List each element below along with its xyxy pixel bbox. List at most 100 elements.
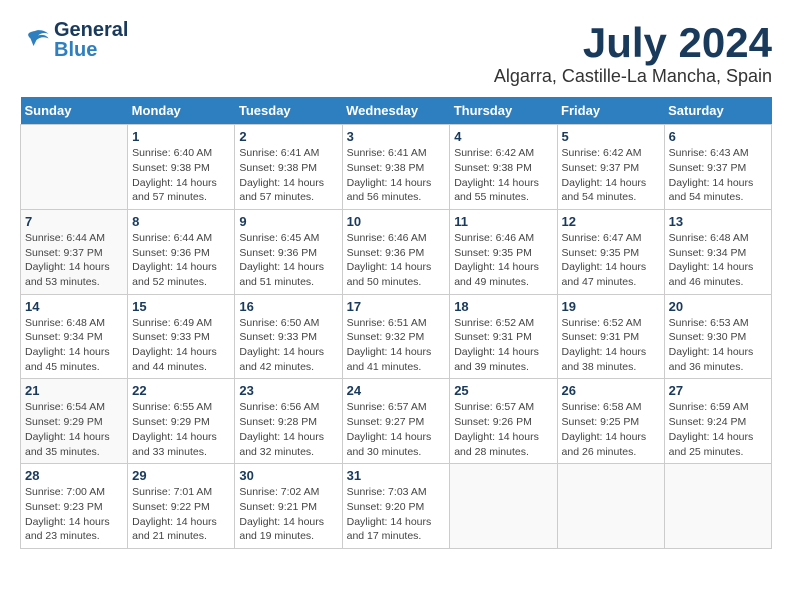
day-info: Sunrise: 6:56 AM Sunset: 9:28 PM Dayligh… [239,400,337,459]
day-info: Sunrise: 6:52 AM Sunset: 9:31 PM Dayligh… [454,316,552,375]
calendar-cell: 13Sunrise: 6:48 AM Sunset: 9:34 PM Dayli… [664,209,771,294]
calendar-cell: 30Sunrise: 7:02 AM Sunset: 9:21 PM Dayli… [235,464,342,549]
calendar-cell: 22 Sunrise: 6:55 AM Sunset: 9:29 PM Dayli… [128,379,235,464]
month-title: July 2024 [494,20,772,66]
day-info: Sunrise: 6:41 AM Sunset: 9:38 PM Dayligh… [239,146,337,205]
day-number: 26 [562,383,660,398]
calendar-cell: 9Sunrise: 6:45 AM Sunset: 9:36 PM Daylig… [235,209,342,294]
day-number: 19 [562,299,660,314]
calendar-cell: 6 Sunrise: 6:43 AM Sunset: 9:37 PM Daylig… [664,125,771,210]
calendar-cell: 5 Sunrise: 6:42 AM Sunset: 9:37 PM Daylig… [557,125,664,210]
week-row-2: 7Sunrise: 6:44 AM Sunset: 9:37 PM Daylig… [21,209,772,294]
day-info: Sunrise: 6:57 AM Sunset: 9:27 PM Dayligh… [347,400,446,459]
day-info: Sunrise: 6:44 AM Sunset: 9:36 PM Dayligh… [132,231,230,290]
title-area: July 2024 Algarra, Castille-La Mancha, S… [494,20,772,87]
week-row-5: 28 Sunrise: 7:00 AM Sunset: 9:23 PM Dayli… [21,464,772,549]
day-info: Sunrise: 6:48 AM Sunset: 9:34 PM Dayligh… [669,231,767,290]
header-friday: Friday [557,97,664,125]
logo-general: General [54,20,128,40]
day-info: Sunrise: 6:57 AM Sunset: 9:26 PM Dayligh… [454,400,552,459]
day-number: 25 [454,383,552,398]
day-number: 14 [25,299,123,314]
logo: General Blue [20,20,128,60]
header-saturday: Saturday [664,97,771,125]
day-number: 23 [239,383,337,398]
calendar-cell: 18Sunrise: 6:52 AM Sunset: 9:31 PM Dayli… [450,294,557,379]
logo-text: General Blue [54,20,128,60]
day-info: Sunrise: 6:58 AM Sunset: 9:25 PM Dayligh… [562,400,660,459]
day-number: 8 [132,214,230,229]
calendar-table: SundayMondayTuesdayWednesdayThursdayFrid… [20,97,772,549]
calendar-cell: 27 Sunrise: 6:59 AM Sunset: 9:24 PM Dayli… [664,379,771,464]
day-number: 22 [132,383,230,398]
calendar-cell: 12 Sunrise: 6:47 AM Sunset: 9:35 PM Dayli… [557,209,664,294]
page-header: General Blue July 2024 Algarra, Castille… [20,20,772,87]
calendar-cell: 20Sunrise: 6:53 AM Sunset: 9:30 PM Dayli… [664,294,771,379]
day-info: Sunrise: 6:54 AM Sunset: 9:29 PM Dayligh… [25,400,123,459]
day-number: 5 [562,129,660,144]
day-info: Sunrise: 6:47 AM Sunset: 9:35 PM Dayligh… [562,231,660,290]
location-title: Algarra, Castille-La Mancha, Spain [494,66,772,87]
day-number: 16 [239,299,337,314]
logo-blue: Blue [54,40,128,60]
day-info: Sunrise: 6:59 AM Sunset: 9:24 PM Dayligh… [669,400,767,459]
calendar-cell: 23 Sunrise: 6:56 AM Sunset: 9:28 PM Dayli… [235,379,342,464]
calendar-cell: 3Sunrise: 6:41 AM Sunset: 9:38 PM Daylig… [342,125,450,210]
calendar-cell: 7Sunrise: 6:44 AM Sunset: 9:37 PM Daylig… [21,209,128,294]
header-wednesday: Wednesday [342,97,450,125]
calendar-cell: 4Sunrise: 6:42 AM Sunset: 9:38 PM Daylig… [450,125,557,210]
day-info: Sunrise: 6:46 AM Sunset: 9:36 PM Dayligh… [347,231,446,290]
calendar-cell [21,125,128,210]
calendar-cell: 11 Sunrise: 6:46 AM Sunset: 9:35 PM Dayli… [450,209,557,294]
day-number: 15 [132,299,230,314]
day-info: Sunrise: 6:40 AM Sunset: 9:38 PM Dayligh… [132,146,230,205]
header-tuesday: Tuesday [235,97,342,125]
day-number: 17 [347,299,446,314]
day-number: 1 [132,129,230,144]
day-info: Sunrise: 6:43 AM Sunset: 9:37 PM Dayligh… [669,146,767,205]
day-number: 6 [669,129,767,144]
calendar-cell: 17Sunrise: 6:51 AM Sunset: 9:32 PM Dayli… [342,294,450,379]
day-info: Sunrise: 7:02 AM Sunset: 9:21 PM Dayligh… [239,485,337,544]
day-info: Sunrise: 6:42 AM Sunset: 9:38 PM Dayligh… [454,146,552,205]
day-info: Sunrise: 6:48 AM Sunset: 9:34 PM Dayligh… [25,316,123,375]
day-number: 3 [347,129,446,144]
day-info: Sunrise: 6:45 AM Sunset: 9:36 PM Dayligh… [239,231,337,290]
day-info: Sunrise: 7:00 AM Sunset: 9:23 PM Dayligh… [25,485,123,544]
week-row-1: 1 Sunrise: 6:40 AM Sunset: 9:38 PM Daylig… [21,125,772,210]
calendar-cell: 21Sunrise: 6:54 AM Sunset: 9:29 PM Dayli… [21,379,128,464]
day-number: 2 [239,129,337,144]
calendar-cell: 24Sunrise: 6:57 AM Sunset: 9:27 PM Dayli… [342,379,450,464]
day-info: Sunrise: 6:42 AM Sunset: 9:37 PM Dayligh… [562,146,660,205]
header-row: SundayMondayTuesdayWednesdayThursdayFrid… [21,97,772,125]
week-row-4: 21Sunrise: 6:54 AM Sunset: 9:29 PM Dayli… [21,379,772,464]
day-number: 11 [454,214,552,229]
day-info: Sunrise: 6:52 AM Sunset: 9:31 PM Dayligh… [562,316,660,375]
day-info: Sunrise: 6:53 AM Sunset: 9:30 PM Dayligh… [669,316,767,375]
day-info: Sunrise: 6:55 AM Sunset: 9:29 PM Dayligh… [132,400,230,459]
calendar-cell: 8 Sunrise: 6:44 AM Sunset: 9:36 PM Daylig… [128,209,235,294]
calendar-cell: 15Sunrise: 6:49 AM Sunset: 9:33 PM Dayli… [128,294,235,379]
calendar-cell [557,464,664,549]
calendar-cell: 16 Sunrise: 6:50 AM Sunset: 9:33 PM Dayli… [235,294,342,379]
day-number: 27 [669,383,767,398]
day-info: Sunrise: 7:03 AM Sunset: 9:20 PM Dayligh… [347,485,446,544]
calendar-cell: 10 Sunrise: 6:46 AM Sunset: 9:36 PM Dayli… [342,209,450,294]
header-sunday: Sunday [21,97,128,125]
day-number: 10 [347,214,446,229]
day-info: Sunrise: 6:46 AM Sunset: 9:35 PM Dayligh… [454,231,552,290]
calendar-cell: 19 Sunrise: 6:52 AM Sunset: 9:31 PM Dayli… [557,294,664,379]
calendar-cell: 2 Sunrise: 6:41 AM Sunset: 9:38 PM Daylig… [235,125,342,210]
calendar-cell: 26 Sunrise: 6:58 AM Sunset: 9:25 PM Dayli… [557,379,664,464]
calendar-cell: 31Sunrise: 7:03 AM Sunset: 9:20 PM Dayli… [342,464,450,549]
week-row-3: 14 Sunrise: 6:48 AM Sunset: 9:34 PM Dayli… [21,294,772,379]
day-info: Sunrise: 7:01 AM Sunset: 9:22 PM Dayligh… [132,485,230,544]
header-monday: Monday [128,97,235,125]
logo-icon [20,25,50,55]
day-number: 12 [562,214,660,229]
day-number: 28 [25,468,123,483]
day-number: 7 [25,214,123,229]
header-thursday: Thursday [450,97,557,125]
calendar-cell: 25 Sunrise: 6:57 AM Sunset: 9:26 PM Dayli… [450,379,557,464]
day-info: Sunrise: 6:50 AM Sunset: 9:33 PM Dayligh… [239,316,337,375]
